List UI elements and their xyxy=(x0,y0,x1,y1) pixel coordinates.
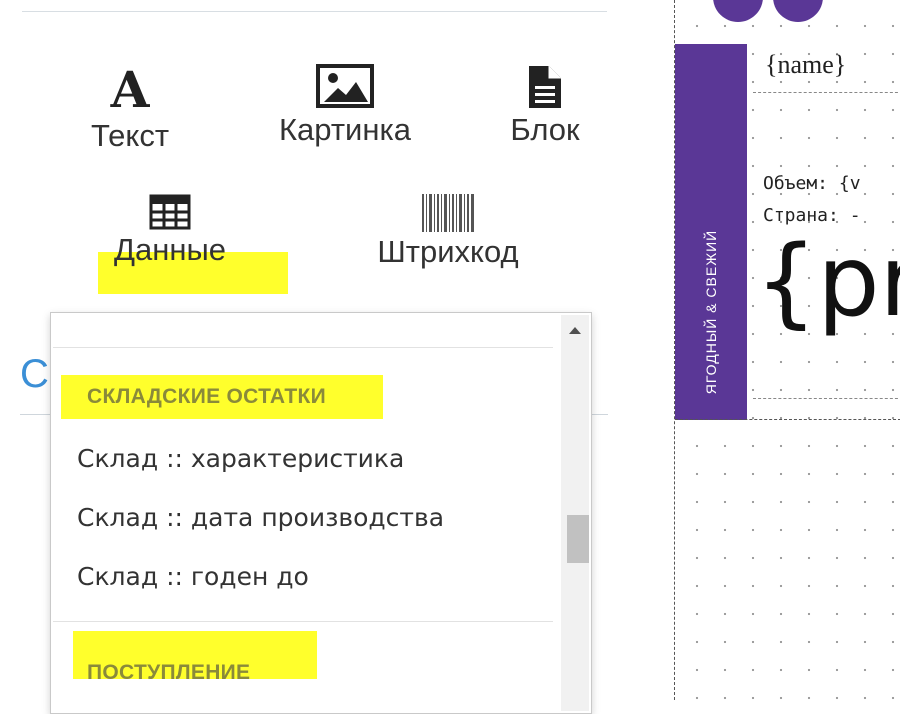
name-placeholder[interactable]: {name} xyxy=(765,50,846,80)
tool-label-text: Текст xyxy=(90,118,170,153)
scrollbar-thumb[interactable] xyxy=(567,515,589,563)
table-icon xyxy=(149,194,191,230)
add-image-tool[interactable]: Картинка xyxy=(255,62,435,148)
barcode-icon xyxy=(422,194,474,232)
section-title: С xyxy=(20,352,49,396)
divider xyxy=(753,92,900,93)
scrollbar[interactable] xyxy=(561,315,589,711)
data-field-dropdown[interactable]: СКЛАДСКИЕ ОСТАТКИ Склад :: характеристик… xyxy=(50,312,592,714)
label-canvas[interactable]: ЯГОДНЫЙ & СВЕЖИЙ {name} Объем: {v Страна… xyxy=(674,0,900,700)
tool-label-block: Блок xyxy=(510,112,580,147)
tool-label-image: Картинка xyxy=(279,112,411,147)
add-text-tool[interactable]: A Текст xyxy=(70,62,190,154)
divider xyxy=(753,398,900,399)
volume-field[interactable]: Объем: {v xyxy=(763,173,861,194)
list-item[interactable]: Склад :: характеристика xyxy=(77,444,404,473)
element-toolbox: A Текст Картинка Блок Данные Штрихкод С … xyxy=(0,0,640,714)
divider xyxy=(22,11,607,12)
divider xyxy=(20,414,52,415)
text-icon: A xyxy=(110,60,150,119)
add-barcode-tool[interactable]: Штрихкод xyxy=(348,192,548,270)
divider xyxy=(53,347,553,348)
label-boundary xyxy=(675,419,900,420)
image-icon xyxy=(316,64,374,108)
toolbar-button[interactable] xyxy=(773,0,823,22)
brand-vertical-text: ЯГОДНЫЙ & СВЕЖИЙ xyxy=(703,229,719,395)
scroll-up-arrow-icon[interactable] xyxy=(569,327,581,334)
tool-label-barcode: Штрихкод xyxy=(377,234,519,269)
add-data-tool[interactable]: Данные xyxy=(90,192,250,268)
tool-label-data: Данные xyxy=(114,232,226,267)
list-item[interactable]: Склад :: дата производства xyxy=(77,503,444,532)
group-header-receipt: ПОСТУПЛЕНИЕ xyxy=(87,661,251,684)
file-icon xyxy=(529,66,561,108)
toolbar-button[interactable] xyxy=(713,0,763,22)
list-item[interactable]: Склад :: годен до xyxy=(77,562,309,591)
price-placeholder[interactable]: {pr xyxy=(755,222,900,342)
add-block-tool[interactable]: Блок xyxy=(490,62,600,148)
group-header-stock: СКЛАДСКИЕ ОСТАТКИ xyxy=(87,385,326,408)
brand-strip[interactable]: ЯГОДНЫЙ & СВЕЖИЙ xyxy=(675,44,747,420)
divider xyxy=(53,621,553,622)
divider xyxy=(590,414,608,415)
